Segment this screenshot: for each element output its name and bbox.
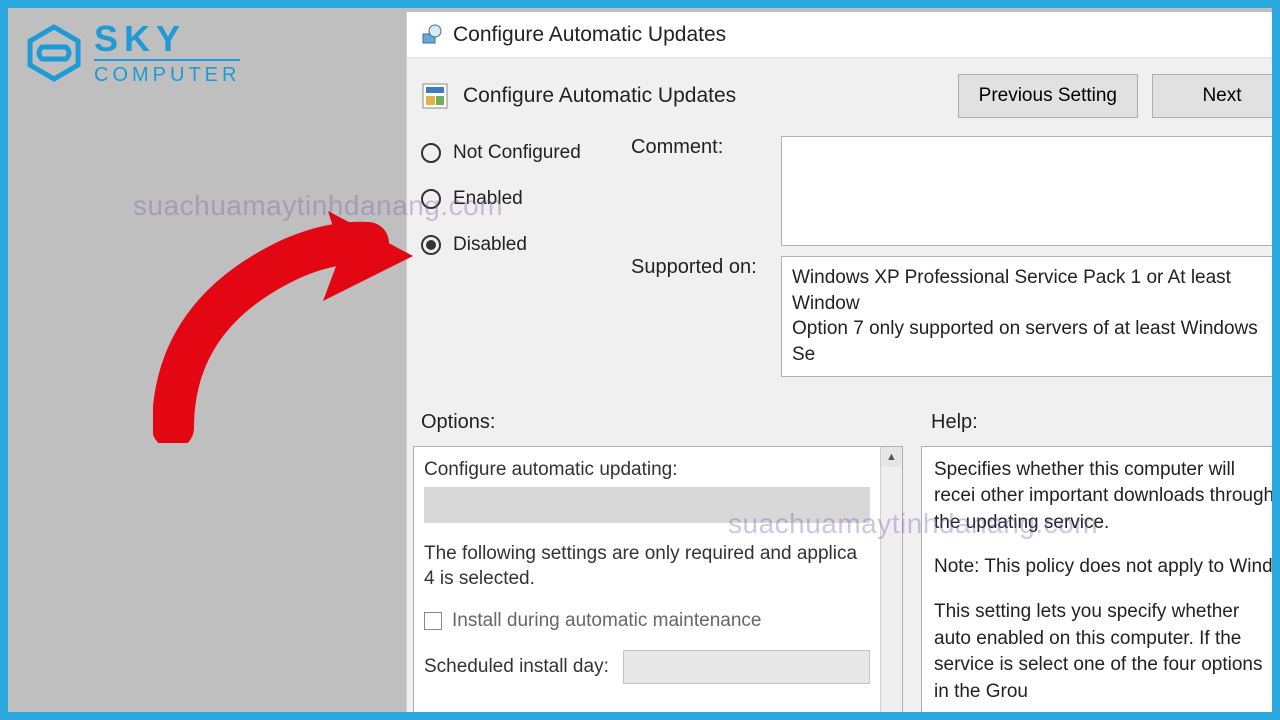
scheduled-day-dropdown[interactable]: [623, 650, 870, 684]
radio-disabled[interactable]: Disabled: [421, 234, 621, 256]
supported-on-label: Supported on:: [631, 256, 771, 279]
next-setting-button[interactable]: Next: [1152, 74, 1272, 118]
policy-title: Configure Automatic Updates: [463, 84, 944, 108]
brand-logo-text-top: SKY: [94, 21, 240, 61]
configure-updating-label: Configure automatic updating:: [424, 459, 870, 481]
help-paragraph: Note: This policy does not apply to Wind: [934, 554, 1272, 581]
window-titlebar: Configure Automatic Updates: [407, 12, 1272, 58]
radio-icon: [421, 143, 441, 163]
background-frame: SKY COMPUTER Configure Automatic Updates…: [8, 8, 1272, 712]
radio-label: Not Configured: [453, 142, 581, 164]
help-pane: Specifies whether this computer will rec…: [921, 446, 1272, 712]
radio-label: Disabled: [453, 234, 527, 256]
checkbox-icon: [424, 612, 442, 630]
comment-textarea[interactable]: [781, 136, 1272, 246]
previous-setting-button[interactable]: Previous Setting: [958, 74, 1138, 118]
options-scrollbar[interactable]: ▲: [880, 447, 902, 712]
help-paragraph: This setting lets you specify whether au…: [934, 599, 1272, 705]
radio-not-configured[interactable]: Not Configured: [421, 142, 621, 164]
radio-label: Enabled: [453, 188, 523, 210]
policy-editor-dialog: Configure Automatic Updates Configure Au…: [406, 12, 1272, 712]
options-section-label: Options:: [421, 411, 931, 434]
options-pane: Configure automatic updating: The follow…: [413, 446, 903, 712]
configure-updating-dropdown[interactable]: [424, 487, 870, 523]
dialog-header: Configure Automatic Updates Previous Set…: [407, 58, 1272, 136]
help-paragraph: Specifies whether this computer will rec…: [934, 457, 1272, 537]
help-section-label: Help:: [931, 411, 978, 434]
install-maintenance-checkbox[interactable]: Install during automatic maintenance: [424, 610, 870, 632]
policy-icon: [421, 82, 449, 110]
radio-icon: [421, 235, 441, 255]
brand-logo: SKY COMPUTER: [24, 18, 244, 88]
scroll-up-icon[interactable]: ▲: [881, 447, 902, 467]
radio-enabled[interactable]: Enabled: [421, 188, 621, 210]
supported-on-text: Windows XP Professional Service Pack 1 o…: [781, 256, 1272, 377]
window-icon: [421, 24, 443, 46]
scheduled-day-label: Scheduled install day:: [424, 656, 609, 678]
options-note-text: The following settings are only required…: [424, 541, 870, 592]
radio-icon: [421, 189, 441, 209]
annotation-arrow-icon: [153, 203, 413, 443]
comment-label: Comment:: [631, 136, 771, 159]
brand-logo-text-bottom: COMPUTER: [94, 65, 240, 85]
checkbox-label: Install during automatic maintenance: [452, 610, 761, 632]
brand-logo-icon: [24, 23, 84, 83]
window-title: Configure Automatic Updates: [453, 23, 726, 47]
policy-state-radios: Not Configured Enabled Disabled: [421, 136, 621, 377]
